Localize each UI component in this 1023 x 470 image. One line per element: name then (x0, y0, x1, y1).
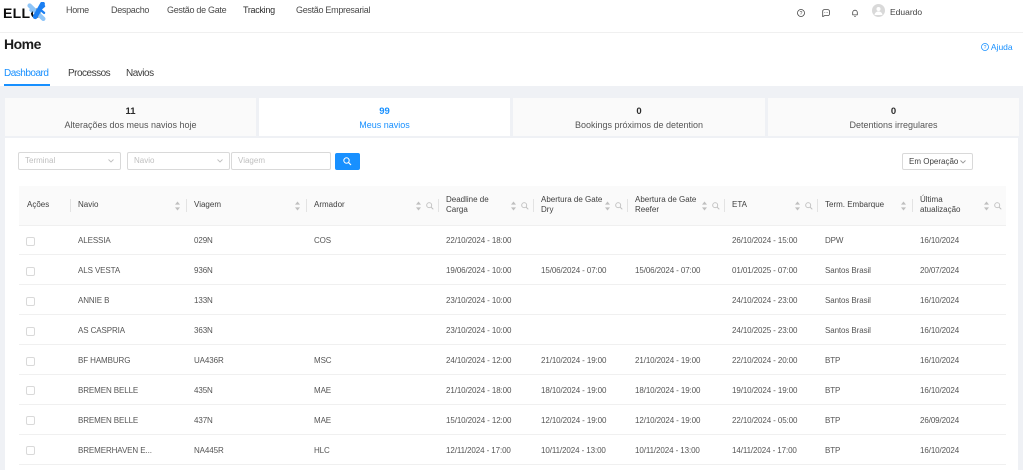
svg-text:?: ? (800, 11, 803, 17)
svg-text:?: ? (984, 45, 987, 51)
